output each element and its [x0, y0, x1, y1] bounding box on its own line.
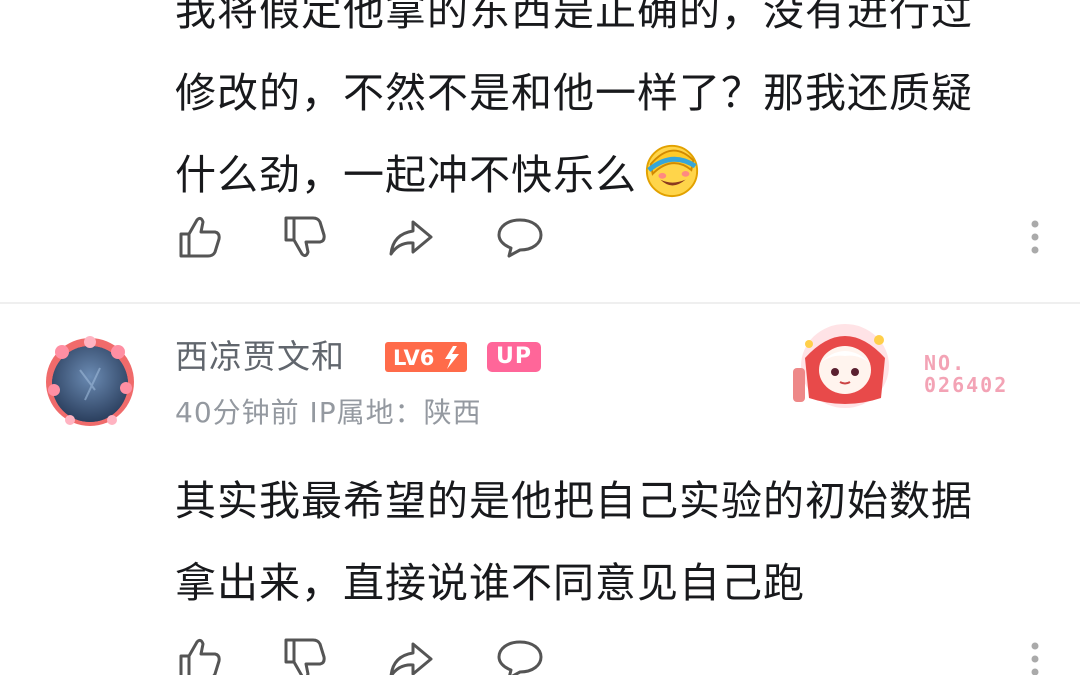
like-icon[interactable] [175, 212, 225, 262]
more-icon[interactable] [1025, 212, 1045, 262]
comment-actions [175, 212, 1045, 272]
comment-actions [175, 634, 1045, 675]
comment-text: 其实我最希望的是他把自己实验的初始数据 拿出来，直接说谁不同意见自己跑 [175, 460, 1045, 624]
reply-icon[interactable] [495, 212, 545, 262]
up-badge: UP [487, 342, 541, 372]
level-badge: LV6 [385, 342, 467, 372]
reply-icon[interactable] [495, 634, 545, 675]
fan-card-image[interactable] [785, 318, 905, 410]
avatar[interactable] [40, 330, 140, 430]
comment-feed: 我将假定他拿的东西是正确的，没有进行过 修改的，不然不是和他一样了？那我还质疑 … [0, 0, 1080, 675]
fan-number: NO. 026402 [924, 352, 1008, 396]
comment-meta: 40分钟前 IP属地：陕西 [175, 396, 482, 429]
comment-divider [0, 302, 1080, 304]
username[interactable]: 西凉贾文和 [175, 330, 345, 384]
comment-text: 我将假定他拿的东西是正确的，没有进行过 修改的，不然不是和他一样了？那我还质疑 … [175, 0, 1045, 216]
share-icon[interactable] [385, 212, 435, 262]
like-icon[interactable] [175, 634, 225, 675]
comment-line: 什么劲，一起冲不快乐么 [175, 134, 1045, 216]
fan-number-label: NO. [924, 351, 967, 375]
comment-line: 拿出来，直接说谁不同意见自己跑 [175, 559, 805, 607]
comment-line: 其实我最希望的是他把自己实验的初始数据 [175, 477, 973, 525]
more-icon[interactable] [1025, 634, 1045, 675]
comment-line-text: 修改的，不然不是和他一样了？那我还质疑 [175, 69, 973, 117]
level-text: LV6 [393, 346, 434, 370]
comment-line: 我将假定他拿的东西是正确的，没有进行过 [175, 0, 973, 35]
comment-line: 修改的，不然不是和他一样了？那我还质疑 [175, 52, 1045, 134]
dislike-icon[interactable] [280, 634, 330, 675]
facepalm-laugh-emoji [645, 144, 699, 198]
dislike-icon[interactable] [280, 212, 330, 262]
fan-number-value: 026402 [924, 373, 1009, 397]
share-icon[interactable] [385, 634, 435, 675]
comment-line-text: 什么劲，一起冲不快乐么 [175, 151, 637, 199]
